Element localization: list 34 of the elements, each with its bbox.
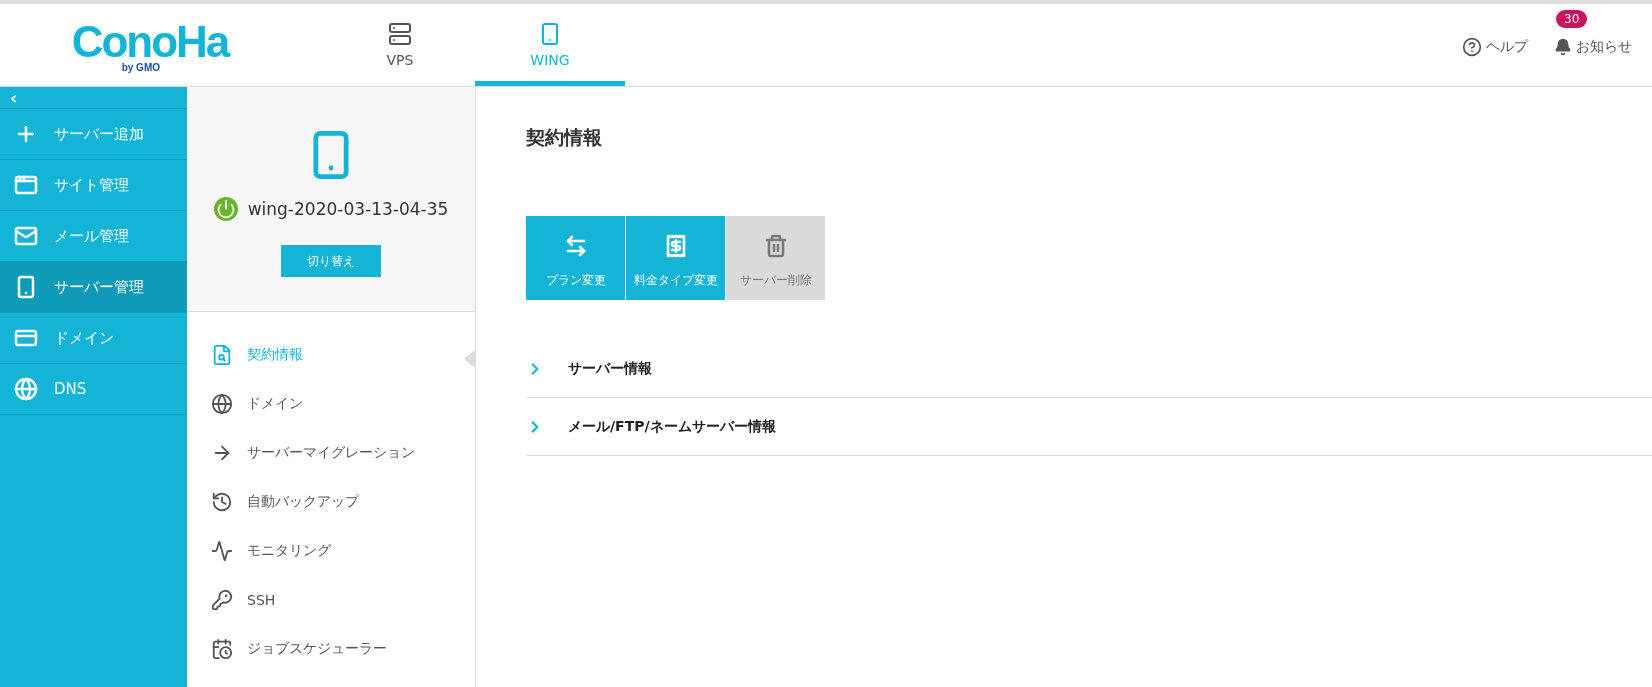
- submenu-item[interactable]: SSH: [187, 575, 475, 624]
- accordion-header[interactable]: メール/FTP/ネームサーバー情報: [526, 398, 1652, 456]
- power-icon: [213, 197, 238, 221]
- switch-button[interactable]: 切り替え: [281, 245, 381, 277]
- action-button[interactable]: プラン変更: [526, 216, 625, 300]
- key-icon: [211, 588, 233, 611]
- document-search-icon: [211, 343, 233, 366]
- sidebar-item[interactable]: サーバー管理: [0, 262, 187, 313]
- count-badge: 30: [1556, 10, 1588, 28]
- bell-icon: [1554, 38, 1572, 56]
- submenu-item[interactable]: 自動バックアップ: [187, 477, 475, 526]
- accordion-header[interactable]: サーバー情報: [526, 340, 1652, 398]
- trash-icon: [763, 233, 788, 258]
- nav-tab[interactable]: WING: [475, 4, 625, 86]
- clock-icon: [211, 490, 233, 513]
- chart-icon: [211, 539, 233, 562]
- submenu-item[interactable]: ジョブスケジューラー: [187, 624, 475, 673]
- submenu-item[interactable]: サーバーマイグレーション: [187, 428, 475, 477]
- globe-icon: [14, 377, 38, 401]
- server-name: wing-2020-03-13-04-35: [247, 199, 449, 219]
- envelope-icon: [14, 224, 38, 248]
- page-title: 契約情報: [526, 125, 603, 150]
- nav-tab[interactable]: VPS: [325, 4, 475, 86]
- globe-icon: [211, 392, 233, 415]
- logo: ConoHa by GMO: [71, 17, 229, 73]
- help-link[interactable]: ヘルプ: [1462, 37, 1528, 57]
- window-icon: [14, 173, 38, 197]
- submenu-item[interactable]: ドメイン: [187, 379, 475, 428]
- submenu-item[interactable]: 契約情報: [187, 330, 475, 379]
- calendar-icon: [211, 637, 233, 660]
- action-button[interactable]: 料金タイプ変更: [626, 216, 725, 300]
- server-rack-icon: [388, 21, 412, 46]
- help-icon: [1462, 37, 1482, 57]
- submenu-item[interactable]: モニタリング: [187, 526, 475, 575]
